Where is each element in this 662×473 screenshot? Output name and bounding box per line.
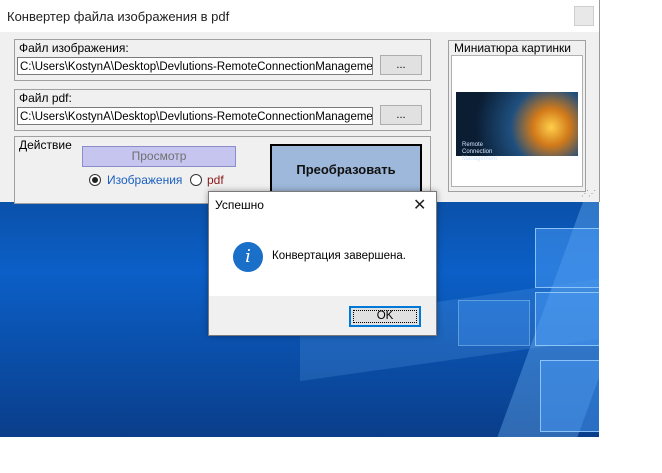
- success-dialog: Успешно ✕ i Конвертация завершена. OK: [208, 191, 437, 336]
- image-file-browse-button[interactable]: ...: [380, 55, 422, 75]
- info-icon: i: [233, 242, 263, 272]
- action-label: Действие: [19, 138, 72, 152]
- ok-focus-rect: [353, 310, 417, 323]
- radio-images-label[interactable]: Изображения: [107, 173, 182, 187]
- preview-button[interactable]: Просмотр: [82, 146, 236, 167]
- app-client-area: Файл изображения: C:\Users\KostynA\Deskt…: [0, 32, 599, 204]
- pdf-file-label: Файл pdf:: [19, 91, 72, 105]
- pdf-file-path-input[interactable]: C:\Users\KostynA\Desktop\Devlutions-Remo…: [17, 107, 373, 125]
- windows-logo-pane: [540, 360, 599, 432]
- dialog-footer: OK: [209, 296, 436, 335]
- pdf-file-group: Файл pdf: C:\Users\KostynA\Desktop\Devlu…: [14, 89, 431, 131]
- resize-grip-icon[interactable]: ⋰⋰: [581, 189, 596, 198]
- pdf-file-browse-button[interactable]: ...: [380, 105, 422, 125]
- thumbnail-caption: Remote Connection Management: [462, 142, 498, 162]
- image-file-path-input[interactable]: C:\Users\KostynA\Desktop\Devlutions-Remo…: [17, 57, 373, 75]
- title-bar: Конвертер файла изображения в pdf: [0, 0, 599, 32]
- window-title: Конвертер файла изображения в pdf: [7, 9, 230, 24]
- thumbnail-image: Remote Connection Management: [456, 92, 578, 162]
- windows-logo-pane: [535, 292, 599, 346]
- thumbnail-label: Миниатюра картинки: [454, 41, 571, 55]
- windows-logo-pane: [535, 228, 599, 288]
- ok-button[interactable]: OK: [349, 306, 421, 327]
- radio-pdf-label[interactable]: pdf: [207, 173, 224, 187]
- image-file-label: Файл изображения:: [19, 41, 129, 55]
- app-window: Конвертер файла изображения в pdf Файл и…: [0, 0, 600, 204]
- dialog-title: Успешно: [215, 198, 264, 212]
- image-file-group: Файл изображения: C:\Users\KostynA\Deskt…: [14, 39, 431, 81]
- window-control-button[interactable]: [574, 6, 594, 26]
- close-icon[interactable]: ✕: [413, 195, 426, 215]
- thumbnail-image-frame: Remote Connection Management: [451, 55, 583, 187]
- windows-logo-pane: [458, 300, 530, 346]
- radio-images[interactable]: [89, 174, 101, 186]
- radio-selected-dot: [92, 177, 98, 183]
- radio-pdf[interactable]: [190, 174, 202, 186]
- dialog-message: Конвертация завершена.: [272, 250, 406, 262]
- thumbnail-group: Миниатюра картинки Remote Connection Man…: [448, 40, 586, 192]
